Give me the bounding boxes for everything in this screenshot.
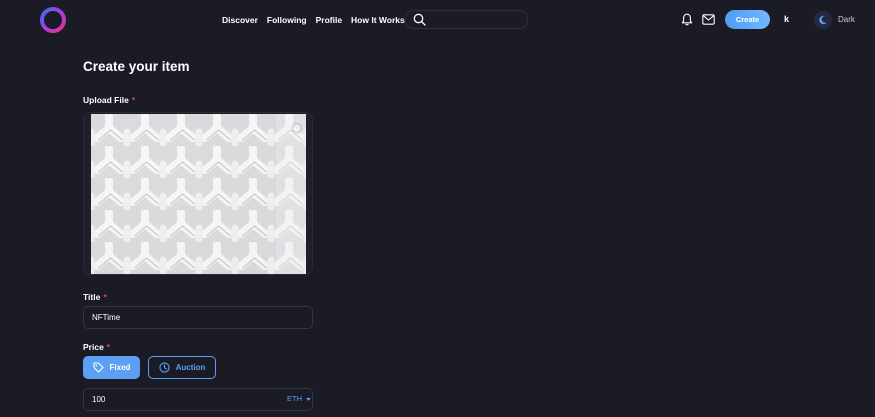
remove-file-icon[interactable] (292, 123, 302, 133)
price-fixed-button[interactable]: Fixed (83, 356, 140, 379)
create-item-page: Discover Following Profile How It Works … (0, 0, 875, 417)
bell-icon[interactable] (681, 13, 693, 26)
search-box (405, 10, 528, 29)
title-input[interactable] (83, 306, 313, 329)
upload-label: Upload File * (83, 95, 135, 106)
main-nav: Discover Following Profile How It Works (222, 13, 414, 27)
clock-icon (158, 362, 170, 373)
price-label-text: Price (83, 342, 104, 352)
user-menu[interactable]: k (784, 13, 789, 25)
theme-label: Dark (838, 15, 855, 24)
nav-how-it-works[interactable]: How It Works (351, 13, 405, 27)
required-mark: * (106, 342, 111, 352)
required-mark: * (131, 95, 136, 105)
currency-select[interactable]: ETH (287, 394, 312, 404)
price-fixed-label: Fixed (109, 363, 131, 372)
price-input[interactable] (83, 388, 313, 411)
required-mark: * (103, 292, 107, 302)
theme-toggle[interactable]: Dark (814, 10, 862, 29)
search-icon[interactable] (413, 13, 426, 26)
title-label: Title * (83, 292, 107, 303)
moon-icon-wrapper (814, 10, 832, 29)
nav-following[interactable]: Following (267, 13, 307, 27)
nav-discover[interactable]: Discover (222, 13, 258, 27)
uploaded-image-preview (91, 114, 306, 274)
chevron-down-icon (306, 397, 311, 401)
currency-label: ETH (287, 394, 302, 403)
tag-icon (92, 362, 104, 373)
price-label: Price * (83, 342, 110, 353)
upload-dropzone[interactable] (83, 112, 313, 275)
title-label-text: Title (83, 292, 101, 302)
mail-icon[interactable] (702, 14, 715, 25)
create-button[interactable]: Create (725, 10, 770, 29)
price-auction-button[interactable]: Auction (148, 356, 216, 379)
upload-label-text: Upload File (83, 95, 129, 105)
nav-profile[interactable]: Profile (316, 13, 342, 27)
search-input[interactable] (430, 12, 525, 27)
logo-icon[interactable] (39, 7, 67, 33)
price-auction-label: Auction (175, 363, 206, 372)
moon-icon (819, 15, 827, 24)
page-title: Create your item (83, 59, 190, 74)
header: Discover Following Profile How It Works … (0, 0, 875, 40)
